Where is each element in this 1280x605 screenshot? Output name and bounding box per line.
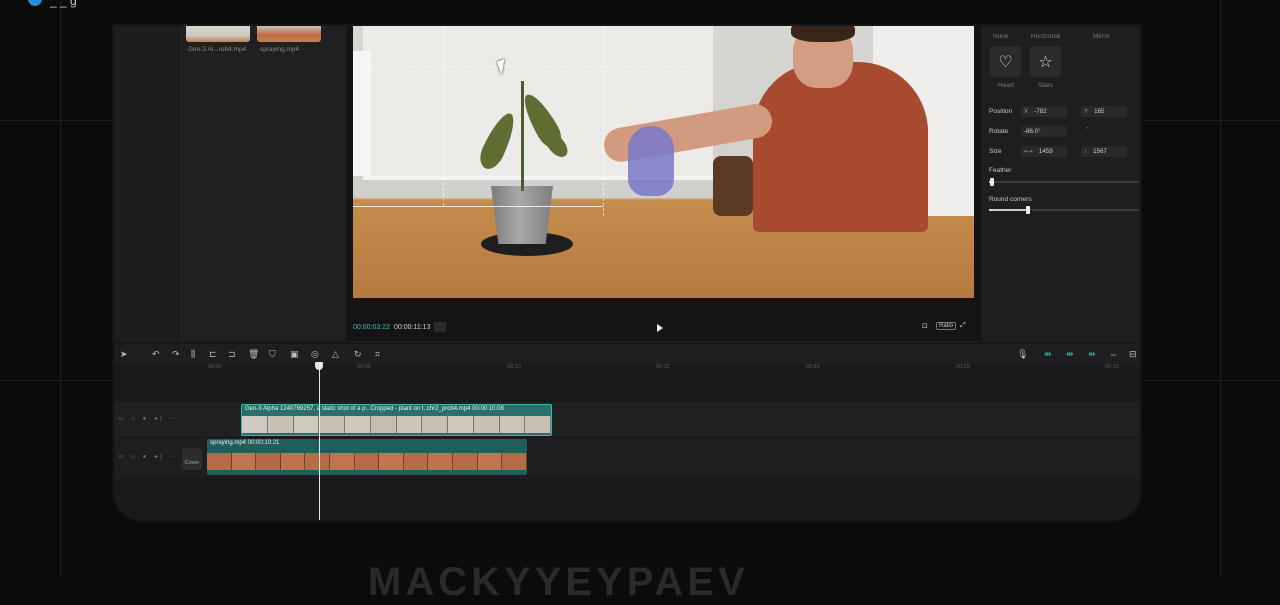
feather-knob[interactable]: [990, 178, 994, 186]
speed-icon[interactable]: ◎: [311, 348, 319, 360]
timeline-clip-gen3[interactable]: Gen-3 Alpha 1240769257, a static shot of…: [241, 404, 552, 436]
watermark-text: MACKYYEYPAEV: [368, 560, 749, 604]
app-logo-icon: [28, 0, 42, 6]
marker-icon[interactable]: ⛉: [269, 348, 276, 360]
timecode-toggle[interactable]: [434, 322, 446, 332]
mask-edge[interactable]: [353, 206, 603, 207]
rotate-label: Rotate: [989, 128, 1009, 135]
rotate-dial-icon[interactable]: ◔: [1085, 126, 1089, 132]
fullscreen-icon[interactable]: ⤢: [960, 322, 966, 332]
height-icon: ↕: [1084, 148, 1088, 155]
media-thumb-label: Gen-3 Al...rob4.mp4: [188, 46, 247, 53]
mask-heart-label: Heart: [998, 82, 1014, 89]
heart-icon: ♡: [998, 53, 1013, 71]
media-thumb-label: spraying.mp4: [260, 46, 300, 53]
round-corners-fill: [989, 209, 1028, 211]
mask-tab-none[interactable]: None: [993, 33, 1009, 40]
width-icon: ⟷: [1024, 148, 1033, 155]
mask-properties-panel: None Horizontal Mirror ♡ ☆ Heart Stars P…: [980, 26, 1140, 341]
mask-guide: [363, 66, 703, 67]
position-y-field[interactable]: Y 165: [1081, 106, 1127, 117]
ruler-label: 00:20: [806, 364, 820, 370]
mask-guide: [443, 26, 444, 206]
ruler-label: 00:10: [507, 364, 521, 370]
redo-icon[interactable]: ↷: [172, 348, 180, 360]
clip-filmstrip: [207, 453, 527, 470]
media-panel: Gen-3 Al...rob4.mp4 spraying.mp4: [114, 26, 346, 341]
ratio-button[interactable]: Ratio: [936, 322, 957, 330]
total-time: 00:00:11:13: [394, 324, 431, 331]
play-icon[interactable]: [657, 324, 663, 332]
editor-window: Gen-3 Al...rob4.mp4 spraying.mp4 00:00:0…: [114, 26, 1140, 520]
preview-axis-icon[interactable]: ⇹: [1088, 348, 1096, 360]
ruler-label: 00:25: [956, 364, 970, 370]
ruler-label: 00:00: [208, 364, 222, 370]
timeline-clip-spraying[interactable]: spraying.mp4 00:00:10:21: [207, 439, 527, 475]
ruler-label: 00:15: [656, 364, 670, 370]
mask-heart-button[interactable]: ♡: [990, 46, 1021, 77]
zoom-fit-icon[interactable]: ⇔: [1109, 348, 1118, 360]
zoom-icon[interactable]: ⊟: [1129, 348, 1137, 360]
app-title: _ _ g: [50, 0, 77, 8]
mask-stars-label: Stars: [1038, 82, 1054, 89]
clip-title: Gen-3 Alpha 1240769257, a static shot of…: [245, 406, 504, 412]
fit-icon[interactable]: ⊡: [922, 322, 928, 332]
split-left-icon[interactable]: ⊏: [209, 348, 217, 360]
split-icon[interactable]: ⫼: [191, 348, 195, 360]
round-corners-slider[interactable]: [989, 206, 1139, 214]
video-preview[interactable]: [353, 26, 974, 298]
round-corners-knob[interactable]: [1026, 206, 1030, 214]
mask-stars-button[interactable]: ☆: [1030, 46, 1061, 77]
clip-filmstrip: [242, 416, 551, 433]
freeze-icon[interactable]: ▣: [290, 348, 299, 360]
media-sidebar: [114, 26, 179, 341]
ruler-label: 00:05: [357, 364, 371, 370]
feather-label: Feather: [989, 167, 1012, 174]
media-thumb-gen3[interactable]: [186, 26, 250, 42]
media-thumb-spraying[interactable]: [257, 26, 321, 42]
undo-icon[interactable]: ↶: [152, 348, 160, 360]
current-time: 00:00:03:22: [353, 324, 390, 331]
star-icon: ☆: [1038, 53, 1053, 71]
track-controls-icons[interactable]: ▭ ⌂ ● ◂) ⋯: [118, 415, 179, 422]
mask-guide: [603, 26, 604, 216]
position-label: Position: [989, 108, 1013, 115]
crop-icon[interactable]: ⌗: [375, 348, 380, 360]
feather-slider[interactable]: [989, 178, 1139, 186]
playhead[interactable]: [319, 364, 320, 520]
delete-icon[interactable]: 🗑: [248, 348, 259, 360]
microphone-icon[interactable]: 🎙: [1017, 348, 1028, 360]
player-panel: 00:00:03:22 00:00:11:13 ⊡ Ratio ⤢: [346, 26, 980, 341]
track-controls-icons[interactable]: ▭ ⌂ ● ◂) ⋯: [118, 453, 179, 460]
mask-tab-horizontal[interactable]: Horizontal: [1031, 33, 1060, 40]
select-cursor-icon[interactable]: ➤: [120, 348, 128, 360]
position-x-field[interactable]: X -782: [1021, 106, 1067, 117]
timeline: 00:00 00:05 00:10 00:15 00:20 00:25 00:3…: [114, 364, 1140, 520]
round-corners-label: Round corners: [989, 196, 1032, 203]
rotate-field[interactable]: -86.0°: [1021, 126, 1067, 137]
rotate-icon[interactable]: ↻: [354, 348, 362, 360]
mirror-icon[interactable]: △: [332, 348, 339, 360]
magnet-icon[interactable]: ⇹: [1044, 348, 1052, 360]
size-label: Size: [989, 148, 1002, 155]
timeline-toolbar: ➤ ↶ ↷ ⫼ ⊏ ⊐ 🗑 ⛉ ▣ ◎ △ ↻ ⌗ 🎙 ⇹ ⇹ ⇹ ⇔ ⊟: [114, 343, 1140, 364]
cover-button[interactable]: Cover: [182, 448, 202, 470]
mask-tab-mirror[interactable]: Mirror: [1093, 33, 1110, 40]
clip-title: spraying.mp4 00:00:10:21: [210, 440, 280, 446]
link-icon[interactable]: ⇹: [1066, 348, 1074, 360]
size-height-field[interactable]: ↕ 1567: [1081, 146, 1127, 157]
size-width-field[interactable]: ⟷ 1459: [1021, 146, 1067, 157]
split-right-icon[interactable]: ⊐: [228, 348, 236, 360]
ruler-label: 00:30: [1105, 364, 1119, 370]
